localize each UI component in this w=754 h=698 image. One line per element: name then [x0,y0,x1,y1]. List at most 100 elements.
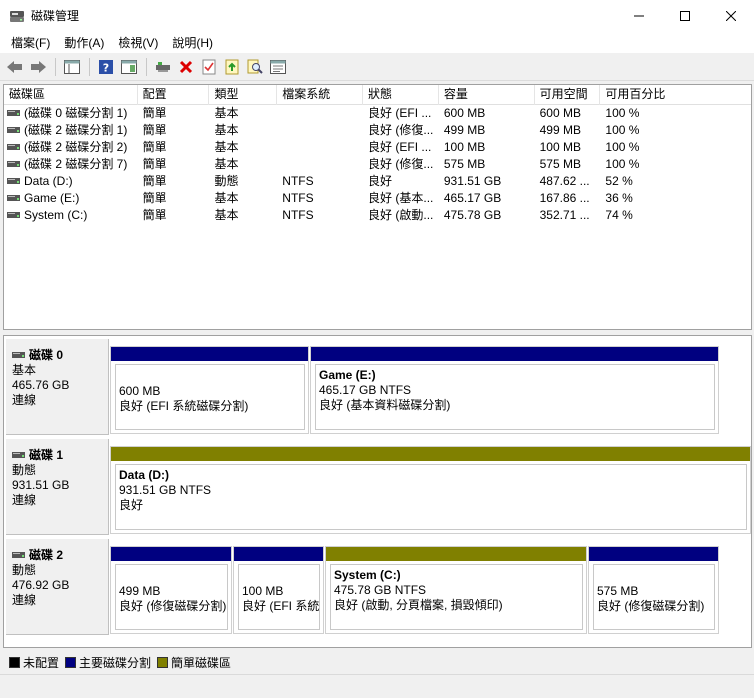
search-button[interactable] [244,56,266,78]
disk-name: 磁碟 0 [12,348,108,363]
help-icon: ? [99,59,113,74]
close-button[interactable] [708,0,754,31]
cell-text: 575 MB [443,157,486,171]
cell-status: 良好 (EFI ... [363,139,439,156]
cell-text: 465.17 GB [443,191,502,205]
table-row[interactable]: (磁碟 2 磁碟分割 7) 簡單 基本 良好 (修復... 575 MB 575 MB 10… [4,156,751,173]
column-header-free-space[interactable]: 可用空間 [535,85,601,105]
partition-block[interactable]: 600 MB 良好 (EFI 系統磁碟分割) [110,346,309,434]
column-header-type[interactable]: 類型 [209,85,278,105]
cell-text: 簡單 [142,208,167,222]
column-header-free-percent[interactable]: 可用百分比 [600,85,751,105]
disk-label[interactable]: 磁碟 2 動態 476.92 GB 連線 [6,539,109,635]
disk-row: 磁碟 1 動態 931.51 GB 連線 Data (D:) 931.51 GB NTFS… [4,436,751,536]
cell-type: 動態 [209,173,277,190]
table-row[interactable]: (磁碟 0 磁碟分割 1) 簡單 基本 良好 (EFI ... 600 MB 600 MB… [4,105,751,122]
cell-text: 100 % [605,106,640,120]
cell-text: 簡單 [142,174,167,188]
delete-button[interactable] [175,56,197,78]
disk-label[interactable]: 磁碟 0 基本 465.76 GB 連線 [6,339,109,435]
partition-block[interactable]: Data (D:) 931.51 GB NTFS 良好 [110,446,751,534]
disk-label[interactable]: 磁碟 1 動態 931.51 GB 連線 [6,439,109,535]
partition-block[interactable]: Game (E:) 465.17 GB NTFS 良好 (基本資料磁碟分割) [310,346,719,434]
back-button[interactable] [4,56,26,78]
legend-label-primary: 主要磁碟分割 [79,655,152,670]
minimize-button[interactable] [616,0,662,31]
cell-filesystem: NTFS [277,173,363,190]
disk-name: 磁碟 1 [12,448,108,463]
menu-file[interactable]: 檔案(F) [4,34,57,51]
partition-info: 600 MB 良好 (EFI 系統磁碟分割) [115,364,305,430]
legend-label-unallocated: 未配置 [23,655,60,670]
partition-name: Data (D:) [119,468,169,482]
cell-free-space: 100 MB [535,139,601,156]
cell-text: 600 MB [539,106,581,120]
partition-type-bar [111,447,750,461]
partition-block[interactable]: 499 MB 良好 (修復磁碟分割) [110,546,232,634]
cell-text: 352.71 ... [539,208,590,222]
drive-icon [7,194,20,201]
cell-free-percent: 52 % [600,173,751,190]
cell-text: (磁碟 2 磁碟分割 1) [24,123,128,137]
disk-row: 磁碟 2 動態 476.92 GB 連線 499 MB 良好 (修復磁碟分割) 100 MB… [4,536,751,636]
properties-button[interactable] [267,56,289,78]
volume-list-header: 磁碟區 配置 類型 檔案系統 狀態 容量 可用空間 可用百分比 [4,85,751,105]
connect-icon [156,61,170,72]
partition-type-bar [311,347,718,361]
disk-icon [12,451,25,458]
cell-status: 良好 (修復... [363,122,439,139]
table-row[interactable]: (磁碟 2 磁碟分割 2) 簡單 基本 良好 (EFI ... 100 MB 100 MB… [4,139,751,156]
menu-help[interactable]: 說明(H) [165,34,220,51]
cell-text: 良好 (EFI ... [368,140,432,154]
partition-block[interactable]: System (C:) 475.78 GB NTFS 良好 (啟動, 分頁檔案, 損… [325,546,587,634]
console-tree-button[interactable] [61,56,83,78]
cell-text: 良好 (EFI ... [368,106,432,120]
cell-layout: 簡單 [138,139,210,156]
table-row[interactable]: Data (D:) 簡單 動態 NTFS 良好 931.51 GB 487.62 ... 52… [4,173,751,190]
cell-text: 簡單 [142,191,167,205]
column-header-filesystem[interactable]: 檔案系統 [277,85,364,105]
partition-block[interactable]: 575 MB 良好 (修復磁碟分割) [588,546,719,634]
close-icon [726,10,736,21]
search-icon [247,59,263,74]
title-bar: 磁碟管理 [0,0,754,31]
help-button[interactable]: ? [95,56,117,78]
partition-size: 100 MB [242,584,284,598]
legend-label-simple: 簡單磁碟區 [171,655,232,670]
toolbar-separator [55,57,56,76]
column-header-status[interactable]: 狀態 [363,85,439,105]
partition-type-bar [111,347,308,361]
cell-text: 931.51 GB [443,174,502,188]
cell-filesystem [277,105,363,122]
table-row[interactable]: Game (E:) 簡單 基本 NTFS 良好 (基本... 465.17 GB 167.8… [4,190,751,207]
table-row[interactable]: System (C:) 簡單 基本 NTFS 良好 (啟動... 475.78 GB 352… [4,207,751,224]
cell-free-percent: 100 % [600,122,751,139]
cell-text: 基本 [214,208,239,222]
column-header-layout[interactable]: 配置 [138,85,210,105]
disk-graphical-pane: 磁碟 0 基本 465.76 GB 連線 600 MB 良好 (EFI 系統磁碟分割) Ga… [3,335,752,648]
cell-text: 600 MB [443,106,486,120]
view-button[interactable] [118,56,140,78]
menu-view[interactable]: 檢視(V) [111,34,165,51]
cell-text: 499 MB [539,123,581,137]
cell-layout: 簡單 [138,122,210,139]
cell-text: 487.62 ... [539,174,590,188]
minimize-icon [634,15,644,16]
export-button[interactable] [221,56,243,78]
table-row[interactable]: (磁碟 2 磁碟分割 1) 簡單 基本 良好 (修復... 499 MB 499 MB 10… [4,122,751,139]
cell-capacity: 931.51 GB [439,173,535,190]
cell-layout: 簡單 [138,190,210,207]
drive-icon [7,126,20,133]
column-header-capacity[interactable]: 容量 [439,85,535,105]
partition-block[interactable]: 100 MB 良好 (EFI 系統 [233,546,324,634]
cell-text: 36 % [605,191,633,205]
partition-type-bar [234,547,323,561]
connect-button[interactable] [152,56,174,78]
check-button[interactable] [198,56,220,78]
column-header-volume[interactable]: 磁碟區 [4,85,138,105]
forward-button[interactable] [27,56,49,78]
toolbar: ? [0,53,754,81]
menu-action[interactable]: 動作(A) [57,34,111,51]
console-icon [64,59,80,74]
maximize-button[interactable] [662,0,708,31]
